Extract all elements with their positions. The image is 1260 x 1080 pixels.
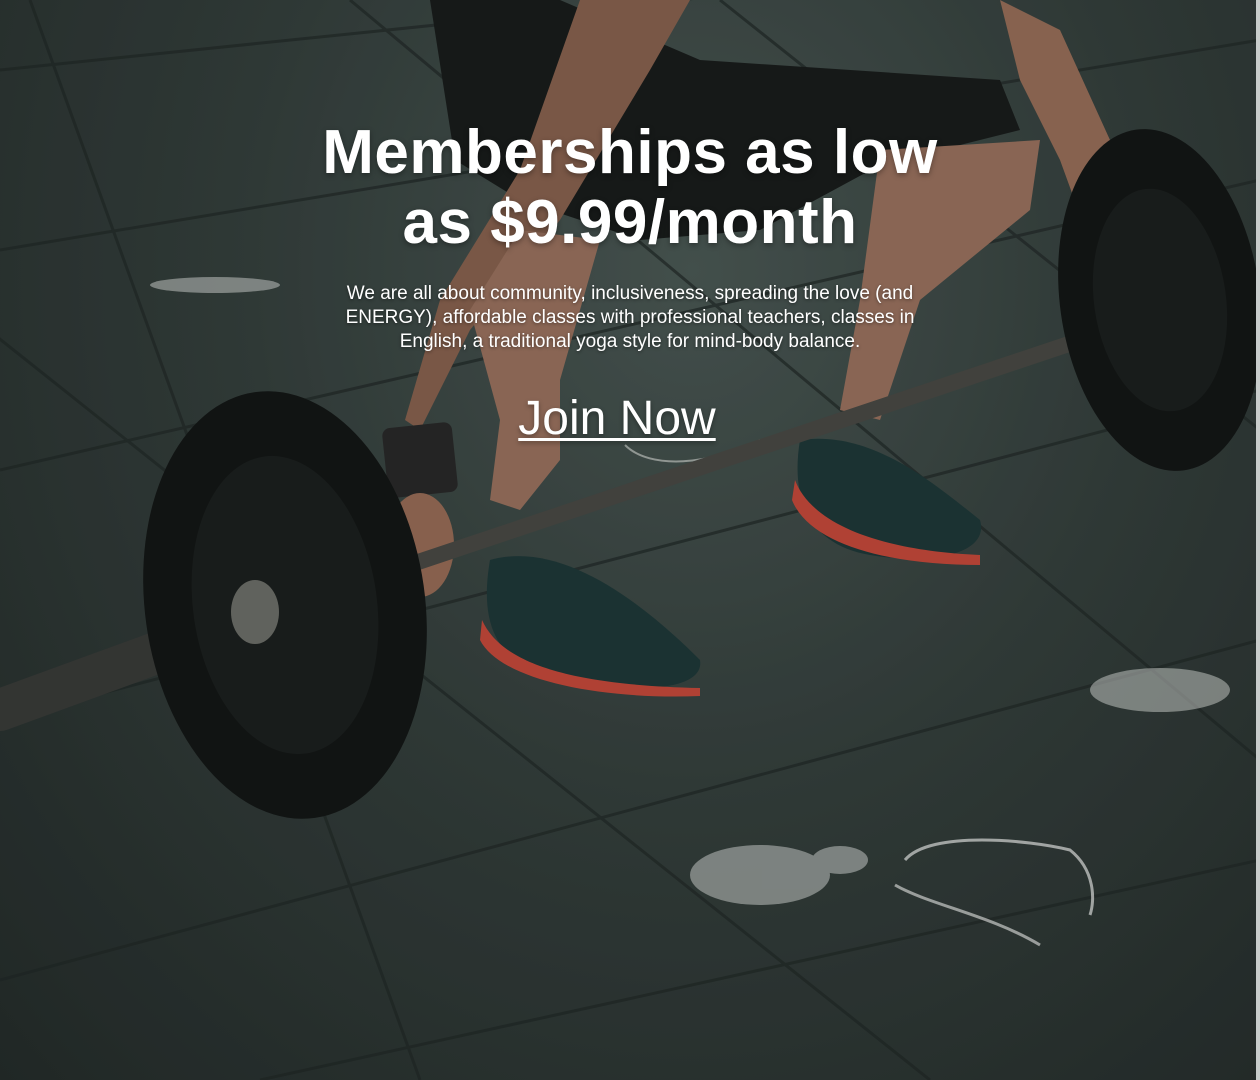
- hero-headline: Memberships as low as $9.99/month: [322, 118, 938, 257]
- page-scrollbar[interactable]: [1256, 0, 1260, 1080]
- hero-section: Memberships as low as $9.99/month We are…: [0, 0, 1260, 1080]
- hero-description: We are all about community, inclusivenes…: [345, 283, 915, 352]
- hero-content: Memberships as low as $9.99/month We are…: [0, 118, 1260, 446]
- join-now-link[interactable]: Join Now: [518, 392, 715, 446]
